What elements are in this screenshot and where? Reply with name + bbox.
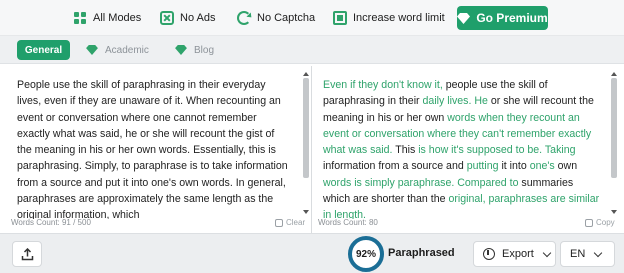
copy-label: Copy [596,218,615,227]
changed-text-segment: daily lives. He [422,95,488,108]
bottom-bar: 92% Paraphrased Export EN [0,233,624,273]
output-word-count: Words Count: 80 [318,218,378,227]
chevron-down-icon [542,248,552,257]
diamond-icon [175,45,187,55]
changed-text-segment: Even if they don't know it, [323,79,443,91]
go-premium-button[interactable]: Go Premium [457,6,548,30]
tab-general[interactable]: General [17,40,70,60]
feature-no-ads-label: No Ads [180,12,216,24]
scroll-up-icon[interactable] [303,72,309,76]
copy-icon [585,218,593,227]
refresh-icon [237,11,251,25]
output-text: Even if they don't know it, people use t… [323,77,603,219]
export-button[interactable]: Export [473,241,556,267]
upload-icon [21,248,34,261]
copy-button[interactable]: Copy [585,218,615,227]
download-icon [483,248,495,260]
tab-blog[interactable]: Blog [175,40,214,60]
input-scrollbar[interactable] [302,72,310,214]
feature-no-ads: No Ads [160,10,215,26]
unchanged-text-segment: own [554,160,578,173]
diamond-icon [457,12,471,24]
document-icon [333,11,347,25]
feature-word-limit: Increase word limit [333,10,445,26]
paraphrase-score: 92% [355,248,376,260]
upload-button[interactable] [12,241,42,267]
input-textarea[interactable]: People use the skill of paraphrasing in … [17,77,289,219]
go-premium-label: Go Premium [476,11,548,25]
scroll-down-icon[interactable] [611,210,617,214]
feature-word-limit-label: Increase word limit [353,12,445,24]
clear-button[interactable]: Clear [275,218,305,227]
eraser-icon [275,218,283,227]
feature-all-modes-label: All Modes [93,12,142,24]
input-word-count: Words Count: 91 / 500 [11,218,91,227]
grid-icon [73,11,87,25]
input-panel: People use the skill of paraphrasing in … [0,66,312,233]
mode-tabs: General Academic Blog [0,36,624,64]
scroll-thumb[interactable] [303,78,309,178]
no-ads-icon [160,11,174,25]
tab-academic-label: Academic [105,44,149,56]
unchanged-text-segment: information from a source and [323,160,467,173]
changed-text-segment: one's [529,160,555,173]
paraphrase-score-label: Paraphrased [388,247,455,259]
changed-text-segment: is how it's supposed to be. Taking [418,144,576,157]
feature-all-modes: All Modes [73,10,141,26]
unchanged-text-segment: it into [498,160,530,173]
feature-no-captcha: No Captcha [237,10,315,26]
export-label: Export [502,248,534,260]
output-panel: Even if they don't know it, people use t… [313,66,624,233]
tab-blog-label: Blog [194,44,215,56]
language-label: EN [570,248,586,260]
feature-bar: All Modes No Ads No Captcha Increase wor… [0,0,624,36]
tab-academic[interactable]: Academic [86,40,149,60]
feature-no-captcha-label: No Captcha [257,12,316,24]
clear-label: Clear [286,218,306,227]
output-scrollbar[interactable] [610,72,618,214]
scroll-up-icon[interactable] [611,72,617,76]
diamond-icon [86,45,98,55]
changed-text-segment: words is simply paraphrase. Compared to [323,176,519,189]
tab-general-label: General [24,44,63,56]
language-select[interactable]: EN [560,241,615,267]
paraphrase-score-gauge: 92% [348,236,384,272]
unchanged-text-segment: This [392,144,419,157]
scroll-thumb[interactable] [611,78,617,178]
changed-text-segment: putting [466,160,499,173]
scroll-down-icon[interactable] [303,210,309,214]
chevron-down-icon [594,248,603,257]
